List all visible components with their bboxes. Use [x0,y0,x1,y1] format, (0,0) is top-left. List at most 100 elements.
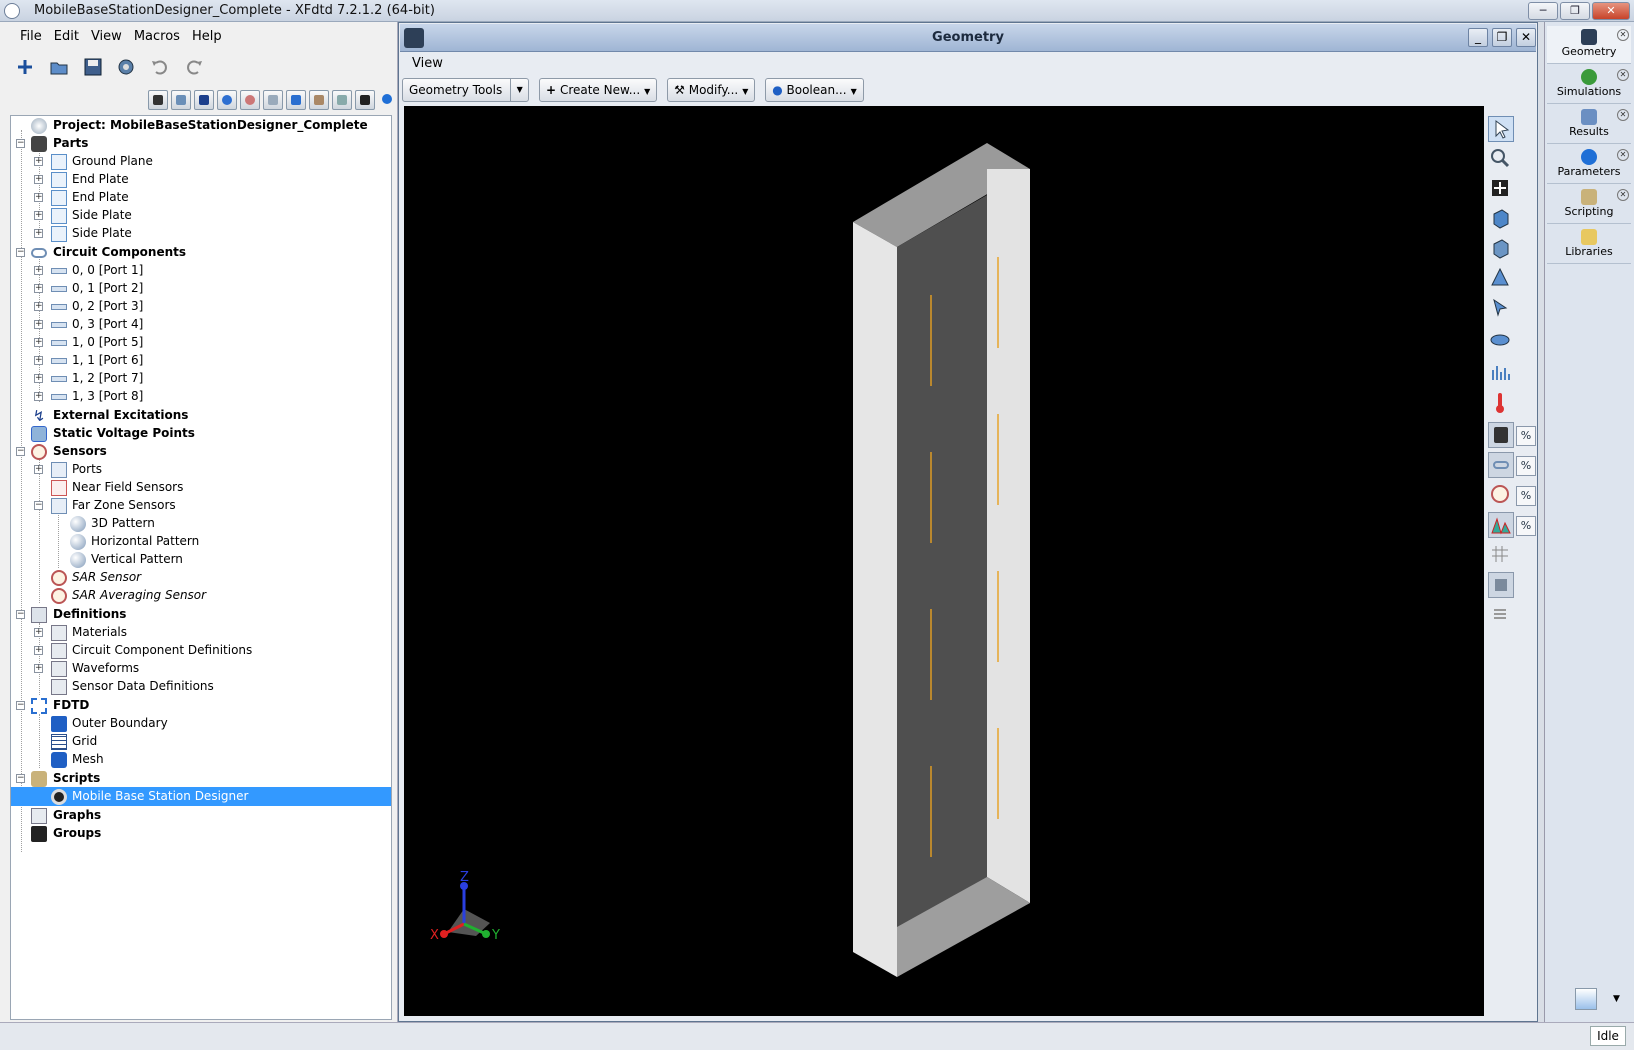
geometry-visibility-icon[interactable] [1488,422,1514,448]
tree-grid[interactable]: Grid [11,732,391,751]
collapse-icon[interactable]: − [16,774,25,783]
zoom-icon[interactable] [1488,146,1514,172]
save-icon[interactable] [80,54,106,80]
expand-icon[interactable]: + [34,338,43,347]
close-icon[interactable]: ✕ [1617,189,1629,201]
tab-scripting[interactable]: Scripting ✕ [1547,186,1631,224]
tree-pattern-item[interactable]: Horizontal Pattern [11,532,391,551]
tree-mobile-base-station-designer[interactable]: Mobile Base Station Designer [11,787,391,806]
graphs-filter-icon[interactable] [332,90,352,110]
tab-libraries[interactable]: Libraries [1547,226,1631,264]
modify-dropdown[interactable]: ⚒ Modify... ▼ [667,78,756,102]
expand-icon[interactable]: + [34,284,43,293]
pick-icon[interactable] [1488,296,1514,322]
expand-icon[interactable]: + [34,302,43,311]
tree-definitions[interactable]: − Definitions [11,605,391,624]
expand-icon[interactable]: + [34,320,43,329]
field-visibility-icon[interactable] [1488,512,1514,538]
collapse-icon[interactable]: − [16,610,25,619]
mesh-toggle-icon[interactable] [1488,572,1514,598]
spectrum-icon[interactable] [1488,360,1514,386]
layout-icon[interactable] [1575,988,1597,1010]
tree-port-item[interactable]: +1, 1 [Port 6] [11,351,391,370]
tab-geometry[interactable]: Geometry ✕ [1547,26,1631,64]
render-mode-icon[interactable] [1488,236,1514,262]
tree-near-field-sensors[interactable]: Near Field Sensors [11,478,391,497]
menu-file[interactable]: File [14,24,48,49]
geometry-filter-icon[interactable] [148,90,168,110]
geometry-view-menu[interactable]: View [412,56,443,71]
tab-results[interactable]: Results ✕ [1547,106,1631,144]
geometry-restore-button[interactable]: ❐ [1492,28,1512,47]
collapse-icon[interactable]: − [16,139,25,148]
tree-groups[interactable]: Groups [11,824,391,843]
create-new-dropdown[interactable]: + Create New... ▼ [539,78,658,102]
expand-icon[interactable]: + [34,266,43,275]
collapse-icon[interactable]: − [16,248,25,257]
circuit-filter-icon[interactable] [171,90,191,110]
tree-part-item[interactable]: + End Plate [11,188,391,207]
tree-parts[interactable]: − Parts [11,134,391,153]
tree-graphs[interactable]: Graphs [11,806,391,825]
menu-view[interactable]: View [85,24,128,49]
expand-icon[interactable]: + [34,392,43,401]
tree-port-item[interactable]: +0, 1 [Port 2] [11,279,391,298]
tree-static-voltage-points[interactable]: Static Voltage Points [11,424,391,443]
groups-filter-icon[interactable] [355,90,375,110]
expand-icon[interactable]: + [34,646,43,655]
close-icon[interactable]: ✕ [1617,29,1629,41]
tree-port-item[interactable]: +1, 3 [Port 8] [11,387,391,406]
expand-icon[interactable]: + [34,193,43,202]
tree-part-item[interactable]: + Ground Plane [11,152,391,171]
expand-icon[interactable]: + [34,374,43,383]
tree-outer-boundary[interactable]: Outer Boundary [11,714,391,733]
expand-icon[interactable]: + [34,465,43,474]
chevron-down-icon[interactable]: ▼ [1613,994,1620,1004]
expand-icon[interactable]: + [34,229,43,238]
fdtd-filter-icon[interactable] [286,90,306,110]
sensor-visibility-icon[interactable] [1488,482,1514,508]
close-icon[interactable]: ✕ [1617,69,1629,81]
cube-view-icon[interactable] [1488,206,1514,232]
tree-external-excitations[interactable]: ↯ External Excitations [11,406,391,425]
expand-icon[interactable]: + [34,175,43,184]
new-icon[interactable] [12,54,38,80]
tree-circuit-components[interactable]: − Circuit Components [11,243,391,262]
tree-sar-sensor[interactable]: SAR Sensor [11,568,391,587]
open-icon[interactable] [46,54,72,80]
expand-icon[interactable]: + [34,628,43,637]
expand-icon[interactable]: + [34,664,43,673]
tree-ports[interactable]: + Ports [11,460,391,479]
tree-project[interactable]: Project: MobileBaseStationDesigner_Compl… [11,116,391,135]
tree-port-item[interactable]: +0, 3 [Port 4] [11,315,391,334]
tree-part-item[interactable]: + Side Plate [11,206,391,225]
chevron-down-icon[interactable]: ▼ [510,79,528,101]
tree-part-item[interactable]: + End Plate [11,170,391,189]
collapse-icon[interactable]: − [16,447,25,456]
tree-port-item[interactable]: +1, 0 [Port 5] [11,333,391,352]
menu-macros[interactable]: Macros [128,24,186,49]
tree-scripts[interactable]: − Scripts [11,769,391,788]
tree-pattern-item[interactable]: 3D Pattern [11,514,391,533]
circuit-visibility-icon[interactable] [1488,452,1514,478]
tree-port-item[interactable]: +0, 2 [Port 3] [11,297,391,316]
close-icon[interactable]: ✕ [1617,149,1629,161]
geometry-opacity-button[interactable]: % [1516,426,1536,446]
plane-view-icon[interactable] [1488,326,1514,352]
mesh-view-icon[interactable] [1488,542,1514,568]
thermometer-icon[interactable] [1488,390,1514,416]
geometry-close-button[interactable]: ✕ [1516,28,1536,47]
field-opacity-button[interactable]: % [1516,516,1536,536]
expand-icon[interactable]: + [34,211,43,220]
definitions-filter-icon[interactable] [263,90,283,110]
tree-sar-averaging-sensor[interactable]: SAR Averaging Sensor [11,586,391,605]
lighting-icon[interactable] [1488,266,1514,292]
voltage-filter-icon[interactable] [217,90,237,110]
close-button[interactable]: ✕ [1592,2,1630,20]
excitation-filter-icon[interactable] [194,90,214,110]
tree-port-item[interactable]: +1, 2 [Port 7] [11,369,391,388]
undo-icon[interactable] [147,54,173,80]
settings-icon[interactable] [113,54,139,80]
minimize-button[interactable]: ─ [1528,2,1558,20]
tab-simulations[interactable]: Simulations ✕ [1547,66,1631,104]
